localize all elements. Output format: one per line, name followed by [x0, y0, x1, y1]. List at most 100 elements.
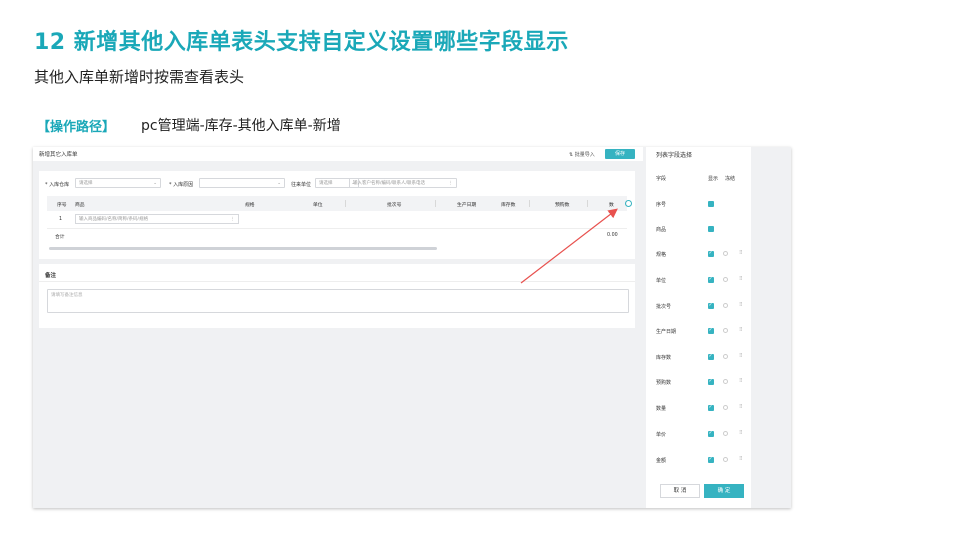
freeze-radio[interactable]	[723, 277, 728, 282]
warehouse-select-value: 请选择	[79, 181, 93, 186]
more-icon: ⋮	[448, 181, 454, 186]
row-index: 1	[59, 217, 63, 222]
field-row-spec: 规格 ✓ ⠿	[646, 249, 751, 261]
top-bar: 新增其它入库单 ⇅ 批量导入 保存	[33, 147, 643, 161]
partner-label: 往来单位	[291, 182, 312, 188]
field-row-price: 单价 ✓ ⠿	[646, 429, 751, 441]
drag-handle-icon[interactable]: ⠿	[739, 302, 743, 308]
field-name: 金额	[656, 458, 667, 464]
freeze-radio[interactable]	[723, 379, 728, 384]
remark-textarea[interactable]: 请填写备注信息	[47, 289, 629, 313]
field-row-batch: 批次号 ✓ ⠿	[646, 301, 751, 313]
show-checkbox[interactable]: ✓	[708, 301, 714, 309]
slide-title: 12 新增其他入库单表头支持自定义设置哪些字段显示	[34, 30, 569, 55]
cancel-button[interactable]: 取 消	[660, 484, 700, 498]
show-checkbox[interactable]: ✓	[708, 377, 714, 385]
column-divider	[587, 200, 588, 207]
field-name: 单位	[656, 278, 667, 284]
field-name: 数量	[656, 406, 667, 412]
reason-select[interactable]: ⌄	[199, 178, 285, 188]
column-divider	[345, 200, 346, 207]
entry-form-card: * 入库仓库 请选择 ⌄ * 入库原因 ⌄ 往来单位 请选择 ⌄ 输入客户名称/编码…	[39, 171, 635, 259]
app-screenshot: 新增其它入库单 ⇅ 批量导入 保存 * 入库仓库 请选择 ⌄ * 入库原因 ⌄ 往…	[33, 147, 791, 508]
show-checkbox[interactable]: ✓	[708, 326, 714, 334]
drag-handle-icon[interactable]: ⠿	[739, 353, 743, 359]
goods-search-input[interactable]: 输入商品编码/名称/简称/条码/规格 ⋮	[75, 214, 239, 224]
field-name: 规格	[656, 252, 667, 258]
th-goods: 商品	[75, 203, 85, 208]
th-unit: 单位	[313, 203, 323, 208]
gear-icon[interactable]	[625, 200, 632, 207]
field-name: 单价	[656, 432, 667, 438]
total-value: 0.00	[607, 233, 618, 238]
total-label: 合计	[55, 235, 65, 240]
col-field-header: 字段	[656, 176, 667, 182]
goods-search-placeholder: 输入商品编码/名称/简称/条码/规格	[79, 217, 149, 222]
confirm-button[interactable]: 确 定	[704, 484, 744, 498]
save-button[interactable]: 保存	[605, 149, 635, 159]
drag-handle-icon[interactable]: ⠿	[739, 327, 743, 333]
drag-handle-icon[interactable]: ⠿	[739, 250, 743, 256]
show-checkbox[interactable]: ✓	[708, 352, 714, 360]
partner-search-input[interactable]: 输入客户名称/编码/联系人/联系电话 ⋮	[349, 178, 457, 188]
batch-import-button[interactable]: ⇅ 批量导入	[569, 151, 595, 158]
drag-handle-icon[interactable]: ⠿	[739, 378, 743, 384]
freeze-radio[interactable]	[723, 251, 728, 256]
warehouse-select[interactable]: 请选择 ⌄	[75, 178, 161, 188]
th-index: 序号	[57, 203, 67, 208]
th-presale: 预购数	[555, 203, 570, 208]
show-checkbox[interactable]: ✓	[708, 249, 714, 257]
freeze-radio[interactable]	[723, 354, 728, 359]
th-quantity: 数	[609, 203, 614, 208]
check-icon: ✓	[708, 275, 713, 282]
check-icon: ✓	[708, 301, 713, 308]
remark-card: 备注 请填写备注信息	[39, 264, 635, 328]
check-icon: ✓	[708, 352, 713, 359]
column-divider	[435, 200, 436, 207]
drag-handle-icon[interactable]: ⠿	[739, 456, 743, 462]
field-name: 商品	[656, 227, 667, 233]
table-header: 序号 商品 规格 单位 批次号 生产日期 库存数 预购数 数	[47, 196, 632, 211]
operation-path-label: 【操作路径】	[37, 120, 116, 135]
col-show-header: 显示	[708, 176, 719, 182]
check-icon: ✓	[708, 455, 713, 462]
drag-handle-icon[interactable]: ⠿	[739, 276, 743, 282]
column-divider	[529, 200, 530, 207]
field-row-presale: 预购数 ✓ ⠿	[646, 377, 751, 389]
more-icon: ⋮	[230, 217, 236, 222]
horizontal-scrollbar[interactable]	[49, 247, 437, 250]
field-name: 批次号	[656, 304, 672, 310]
check-icon: ✓	[708, 403, 713, 410]
field-name: 库存数	[656, 355, 672, 361]
field-row-quantity: 数量 ✓ ⠿	[646, 403, 751, 415]
chevron-down-icon: ⌄	[277, 181, 281, 186]
check-icon: ✓	[708, 249, 713, 256]
freeze-radio[interactable]	[723, 405, 728, 410]
freeze-radio[interactable]	[723, 431, 728, 436]
freeze-radio[interactable]	[723, 328, 728, 333]
field-name: 预购数	[656, 380, 672, 386]
col-freeze-header: 冻结	[725, 176, 736, 182]
show-checkbox[interactable]: ✓	[708, 429, 714, 437]
show-checkbox[interactable]	[708, 201, 714, 207]
th-production-date: 生产日期	[457, 203, 477, 208]
field-row-goods: 商品	[646, 226, 751, 236]
freeze-radio[interactable]	[723, 457, 728, 462]
freeze-radio[interactable]	[723, 303, 728, 308]
drag-handle-icon[interactable]: ⠿	[739, 404, 743, 410]
check-icon: ✓	[708, 429, 713, 436]
operation-path-text: pc管理端-库存-其他入库单-新增	[141, 118, 341, 134]
show-checkbox[interactable]: ✓	[708, 275, 714, 283]
field-row-index: 序号	[646, 201, 751, 211]
show-checkbox[interactable]	[708, 226, 714, 232]
field-row-amount: 金额 ✓ ⠿	[646, 455, 751, 467]
panel-title: 列表字段选择	[656, 152, 693, 159]
field-name: 序号	[656, 202, 667, 208]
slide-subtitle: 其他入库单新增时按需查看表头	[34, 68, 245, 86]
drag-handle-icon[interactable]: ⠿	[739, 430, 743, 436]
check-icon: ✓	[708, 377, 713, 384]
check-icon: ✓	[708, 326, 713, 333]
field-row-production-date: 生产日期 ✓ ⠿	[646, 326, 751, 338]
show-checkbox[interactable]: ✓	[708, 403, 714, 411]
show-checkbox[interactable]: ✓	[708, 455, 714, 463]
